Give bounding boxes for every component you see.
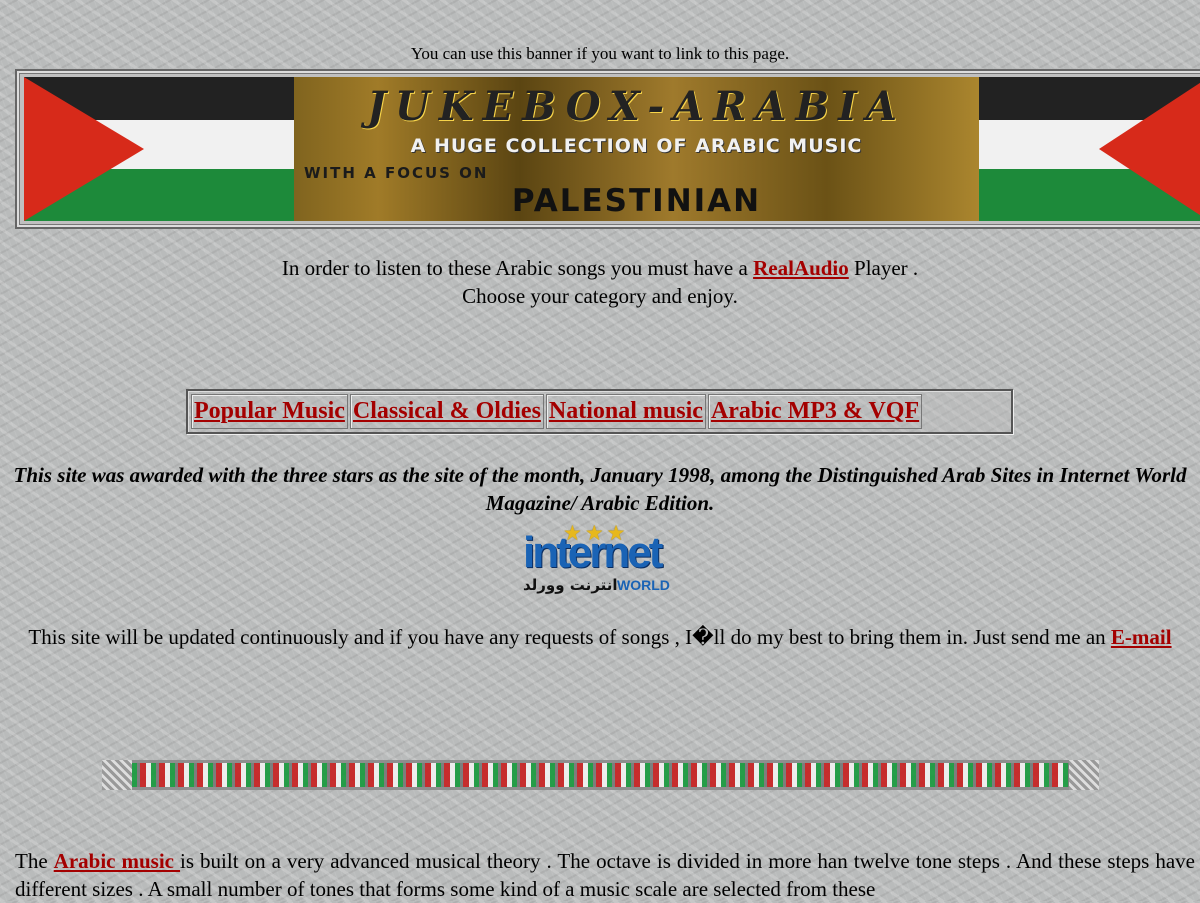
palestine-flag-left-icon [24, 77, 294, 221]
arabic-music-paragraph: The Arabic music is built on a very adva… [15, 849, 1195, 901]
internet-logo-word: internet [523, 528, 663, 577]
banner-image[interactable]: JUKEBOX-ARABIA A HUGE COLLECTION OF ARAB… [24, 77, 1200, 221]
banner-palestinian-text: PALESTINIAN [511, 183, 762, 219]
banner-caption: You can use this banner if you want to l… [410, 44, 790, 63]
category-cell-classical: Classical & Oldies [349, 394, 544, 429]
palestine-flag-right-icon [979, 77, 1200, 221]
arabic-music-link[interactable]: Arabic music [54, 849, 180, 873]
popular-music-link[interactable]: Popular Music [194, 398, 345, 425]
banner-frame[interactable]: JUKEBOX-ARABIA A HUGE COLLECTION OF ARAB… [15, 69, 1200, 229]
national-music-link[interactable]: National music [549, 398, 703, 425]
intro-line-1: In order to listen to these Arabic songs… [281, 256, 919, 280]
flag-divider-left-end [102, 760, 132, 790]
award-text: This site was awarded with the three sta… [13, 463, 1187, 515]
internet-world-label: WORLD [617, 577, 670, 593]
category-cell-popular: Popular Music [191, 394, 348, 429]
update-text: This site will be updated continuously a… [28, 625, 1172, 649]
realaudio-link[interactable]: RealAudio [753, 256, 849, 280]
category-cell-national: National music [545, 394, 706, 429]
category-cell-mp3: Arabic MP3 & VQF [707, 394, 923, 429]
flag-divider [102, 760, 1099, 790]
category-menu: Popular Music Classical & Oldies Nationa… [186, 389, 1013, 434]
internet-world-arabic-text: انترنت وورلد [523, 576, 618, 594]
classical-oldies-link[interactable]: Classical & Oldies [353, 398, 541, 425]
email-link[interactable]: E-mail [1111, 625, 1172, 649]
banner-title: JUKEBOX-ARABIA [367, 83, 906, 130]
intro-line-2: Choose your category and enjoy. [462, 284, 738, 308]
arabic-mp3-vqf-link[interactable]: Arabic MP3 & VQF [711, 398, 919, 425]
intro-text: In order to listen to these Arabic songs… [0, 254, 1200, 310]
banner-text: JUKEBOX-ARABIA A HUGE COLLECTION OF ARAB… [294, 77, 979, 221]
banner-focus-text: WITH A FOCUS ON [304, 164, 489, 182]
flag-divider-right-end [1069, 760, 1099, 790]
internet-world-logo: ★★★ internet انترنت وورلد WORLD [521, 521, 679, 595]
banner-subtitle: A HUGE COLLECTION OF ARABIC MUSIC [410, 135, 863, 157]
